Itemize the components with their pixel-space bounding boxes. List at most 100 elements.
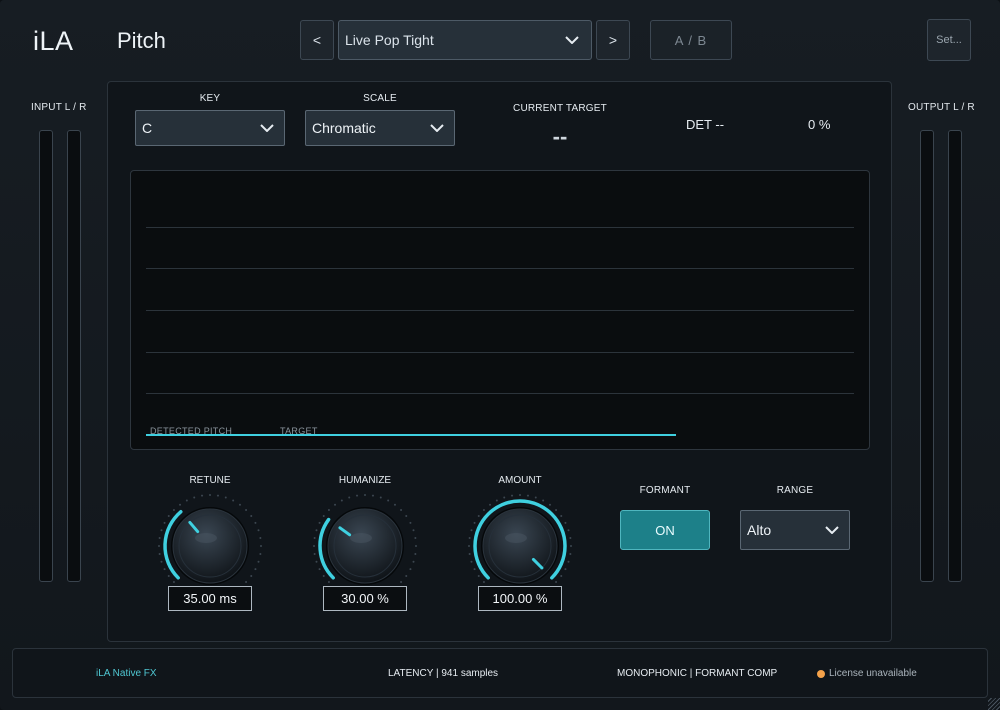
grid-line: [146, 310, 854, 311]
knob-scale-dot: [259, 537, 262, 540]
plugin-window: iLA Pitch < Live Pop Tight > A / B Set..…: [0, 0, 1000, 710]
knob-scale-dot: [405, 515, 408, 518]
knob-scale-dot: [511, 494, 514, 497]
humanize-knob[interactable]: [310, 491, 420, 586]
knob-scale-dot: [158, 537, 161, 540]
amount-control: AMOUNT 100.00 %: [465, 475, 575, 625]
knob-scale-dot: [245, 581, 248, 584]
knob-scale-dot: [254, 568, 257, 571]
knob-scale-dot: [322, 574, 325, 577]
footer-brand: iLA Native FX: [96, 668, 157, 679]
knob-scale-dot: [548, 503, 551, 506]
knob-scale-dot: [160, 560, 163, 563]
preset-selector[interactable]: Live Pop Tight: [338, 20, 592, 60]
key-value: C: [142, 120, 153, 136]
key-label: KEY: [199, 93, 221, 104]
knob-scale-dot: [400, 508, 403, 511]
amount-knob[interactable]: [465, 491, 575, 586]
knob-scale-dot: [503, 496, 506, 499]
knob-scale-dot: [560, 515, 563, 518]
chevron-down-icon: [430, 124, 444, 132]
knob-scale-dot: [468, 537, 471, 540]
output-meter-left: [920, 130, 934, 582]
amount-label: AMOUNT: [498, 475, 542, 486]
current-target-label: CURRENT TARGET: [513, 103, 607, 114]
knob-scale-dot: [555, 581, 558, 584]
ab-compare-button[interactable]: A / B: [650, 20, 732, 60]
knob-scale-dot: [555, 508, 558, 511]
knob-scale-dot: [489, 503, 492, 506]
next-preset-button[interactable]: >: [596, 20, 630, 60]
chevron-down-icon: [825, 526, 839, 534]
knob-scale-dot: [542, 499, 545, 502]
humanize-value[interactable]: 30.00 %: [323, 586, 407, 611]
key-select[interactable]: C: [135, 110, 285, 146]
range-select[interactable]: Alto: [740, 510, 850, 550]
knob-scale-dot: [209, 494, 211, 496]
knob-scale-dot: [482, 581, 485, 584]
settings-button[interactable]: Set...: [927, 19, 971, 61]
knob-scale-dot: [519, 494, 521, 496]
knob-scale-dot: [567, 529, 570, 532]
formant-toggle-button[interactable]: ON: [620, 510, 710, 550]
humanize-control: HUMANIZE 30.00 %: [310, 475, 420, 625]
knob-scale-dot: [564, 568, 567, 571]
amount-value[interactable]: 100.00 %: [478, 586, 562, 611]
scale-value: Chromatic: [312, 120, 376, 136]
knob-scale-dot: [257, 529, 260, 532]
knob-scale-dot: [201, 494, 204, 497]
knob-scale-dot: [495, 499, 498, 502]
retune-value[interactable]: 35.00 ms: [168, 586, 252, 611]
knob-scale-dot: [470, 529, 473, 532]
knob-scale-dot: [468, 552, 471, 555]
knob-scale-dot: [387, 499, 390, 502]
knob-scale-dot: [158, 545, 160, 547]
knob-scale-dot: [254, 521, 257, 524]
pitch-graph: DETECTED PITCH TARGET: [130, 170, 870, 450]
range-value: Alto: [747, 522, 772, 538]
knob-scale-dot: [224, 496, 227, 499]
knob-scale-dot: [172, 508, 175, 511]
mode-readout: MONOPHONIC | FORMANT COMP: [617, 668, 778, 679]
input-meter-label: INPUT L / R: [31, 102, 87, 113]
previous-preset-button[interactable]: <: [300, 20, 334, 60]
knob-scale-dot: [473, 568, 476, 571]
knob-scale-dot: [167, 515, 170, 518]
knob-scale-dot: [356, 494, 359, 497]
knob-scale-dot: [560, 574, 563, 577]
status-bar: iLA Native FX LATENCY | 941 samples MONO…: [12, 648, 988, 698]
knob-scale-dot: [409, 521, 412, 524]
latency-readout: LATENCY | 941 samples: [388, 668, 499, 679]
knob-scale-dot: [257, 560, 260, 563]
knob-scale-dot: [400, 581, 403, 584]
grid-line: [146, 352, 854, 353]
knob-scale-dot: [216, 494, 219, 497]
knob-scale-dot: [570, 545, 572, 547]
knob-scale-dot: [348, 496, 351, 499]
knob-highlight: [195, 533, 217, 543]
retune-knob[interactable]: [155, 491, 265, 586]
knob-body: [172, 508, 248, 584]
knob-scale-dot: [567, 560, 570, 563]
knob-scale-dot: [313, 552, 316, 555]
knob-scale-dot: [238, 503, 241, 506]
knob-scale-dot: [334, 503, 337, 506]
knob-scale-dot: [245, 508, 248, 511]
knob-scale-dot: [473, 521, 476, 524]
knob-scale-dot: [393, 503, 396, 506]
knob-scale-dot: [405, 574, 408, 577]
knob-scale-dot: [193, 496, 196, 499]
knob-body: [327, 508, 403, 584]
knob-body: [482, 508, 558, 584]
plugin-title: Pitch: [117, 28, 166, 53]
knob-scale-dot: [364, 494, 366, 496]
grid-line: [146, 393, 854, 394]
knob-scale-dot: [371, 494, 374, 497]
scale-select[interactable]: Chromatic: [305, 110, 455, 146]
knob-scale-dot: [250, 574, 253, 577]
knob-scale-dot: [340, 499, 343, 502]
knob-highlight: [505, 533, 527, 543]
knob-scale-dot: [250, 515, 253, 518]
knob-scale-dot: [315, 529, 318, 532]
knob-scale-dot: [163, 521, 166, 524]
